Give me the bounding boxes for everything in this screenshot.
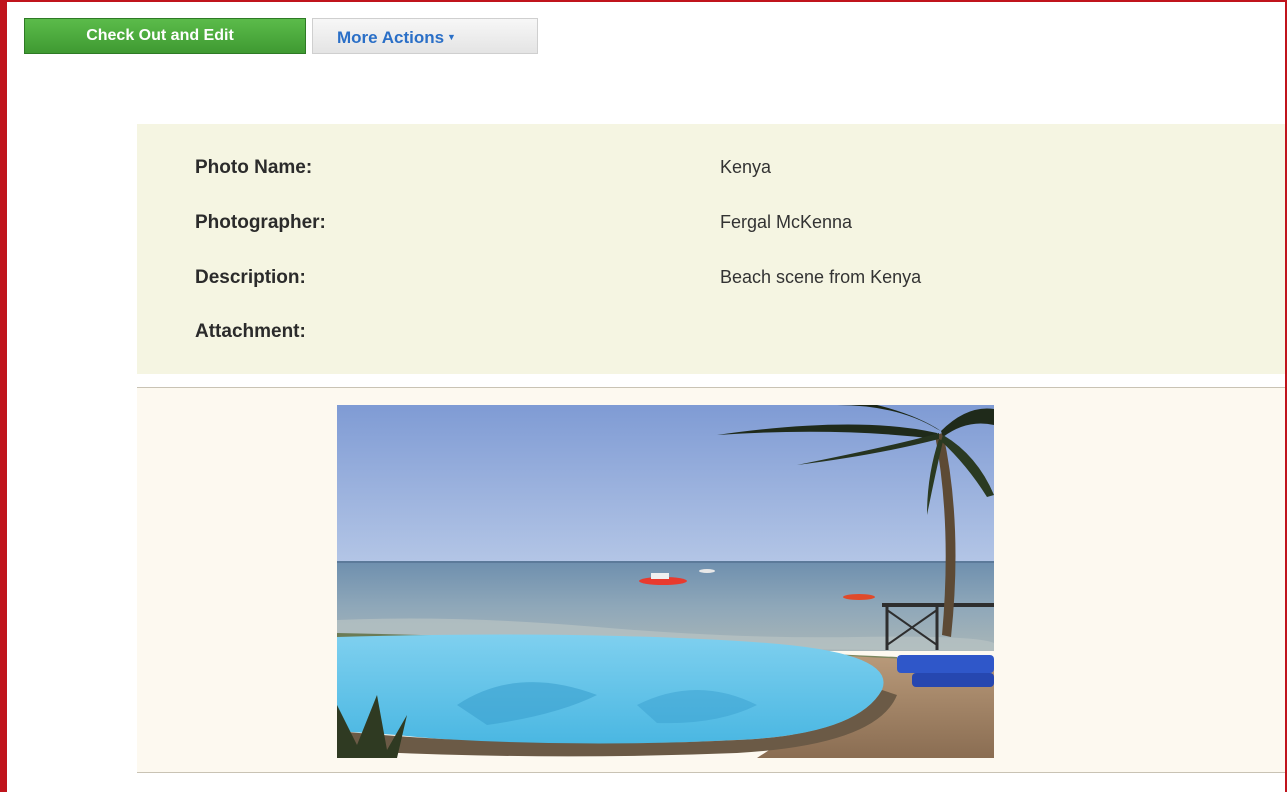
field-label-photographer: Photographer:	[195, 212, 326, 233]
more-actions-label: More Actions	[337, 28, 445, 47]
record-metadata-panel: Photo Name: Kenya Photographer: Fergal McK…	[137, 124, 1285, 374]
more-actions-button[interactable]: More Actions ▼	[312, 18, 538, 54]
field-value-description: Beach scene from Kenya	[720, 267, 922, 287]
check-out-and-edit-button[interactable]: Check Out and Edit	[24, 18, 306, 54]
check-out-and-edit-label: Check Out and Edit	[86, 27, 234, 44]
beach-photo-image	[337, 405, 994, 758]
field-label-description: Description:	[195, 267, 306, 288]
chevron-down-icon: ▼	[447, 32, 456, 42]
field-value-photo-name: Kenya	[720, 157, 772, 177]
attachment-photo[interactable]	[337, 405, 994, 758]
field-row-photographer: Photographer: Fergal McKenna	[195, 212, 852, 234]
field-label-photo-name: Photo Name:	[195, 157, 313, 178]
field-value-photographer: Fergal McKenna	[720, 212, 853, 232]
field-row-attachment: Attachment:	[195, 321, 720, 343]
section-divider-bottom	[137, 772, 1285, 773]
field-row-description: Description: Beach scene from Kenya	[195, 267, 921, 289]
field-row-photo-name: Photo Name: Kenya	[195, 157, 771, 179]
field-label-attachment: Attachment:	[195, 321, 306, 342]
